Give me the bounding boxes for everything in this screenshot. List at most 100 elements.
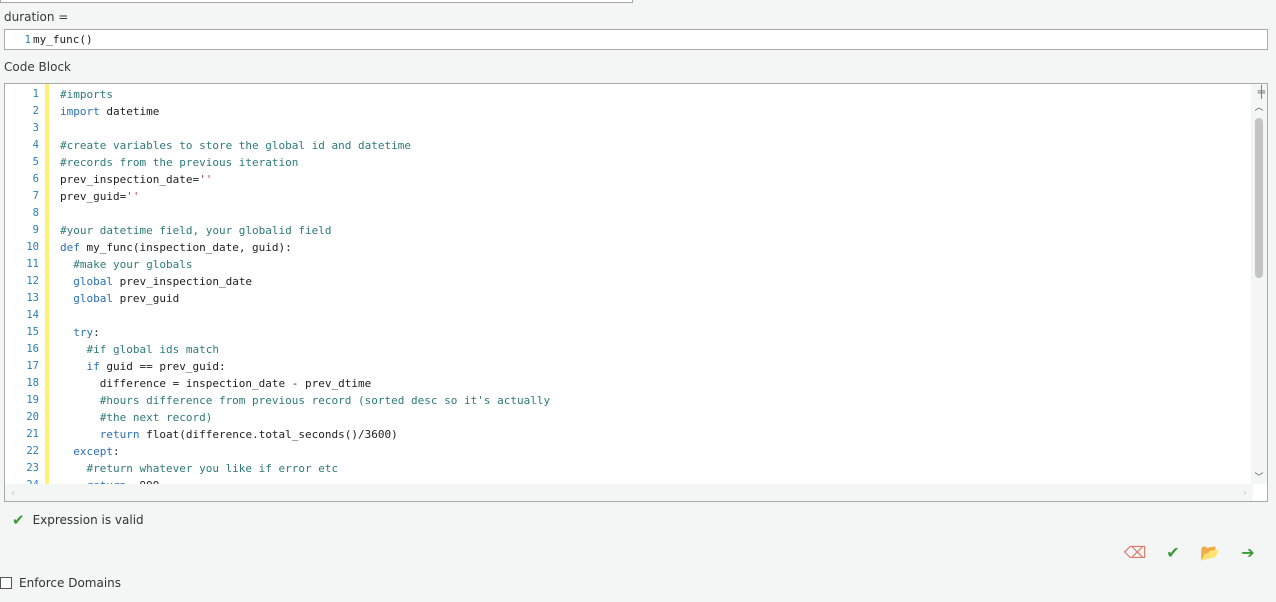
code-token: difference = inspection_date - prev_dtim… [60, 377, 372, 390]
line-number: 20 [26, 411, 39, 423]
scroll-right-icon[interactable]: › [1243, 486, 1247, 499]
folder-icon: 📂 [1200, 543, 1220, 562]
code-text: prev_inspection_date='' [60, 171, 212, 188]
validation-status: ✔ Expression is valid [12, 511, 144, 529]
line-number: 18 [26, 377, 39, 389]
code-line: 1 #imports [5, 86, 1253, 103]
code-token: #the next record) [60, 411, 213, 424]
code-text: return float(difference.total_seconds()/… [60, 426, 398, 443]
code-token: #hours difference from previous record (… [60, 394, 551, 407]
line-number: 22 [26, 445, 39, 457]
line-number: 21 [26, 428, 39, 440]
line-number: 14 [26, 309, 39, 321]
code-token: return [60, 428, 140, 441]
code-line: 4 #create variables to store the global i… [5, 137, 1253, 154]
expression-text: my_func() [33, 33, 93, 46]
line-number: 4 [32, 139, 39, 151]
code-line: 19 #hours difference from previous recor… [5, 392, 1253, 409]
code-token: prev_inspection_date= [60, 173, 200, 186]
check-icon: ✔ [1166, 543, 1180, 562]
scroll-left-icon[interactable]: ‹ [11, 486, 15, 499]
code-line: 7 prev_guid='' [5, 188, 1253, 205]
code-text: #the next record) [60, 409, 213, 426]
scrollbar-thumb[interactable] [1255, 118, 1263, 278]
verify-button[interactable]: ✔ [1161, 541, 1185, 565]
line-number: 17 [26, 360, 39, 372]
code-text: def my_func(inspection_date, guid): [60, 239, 292, 256]
code-token: #your datetime field, your globalid fiel… [60, 224, 332, 237]
line-number: 7 [32, 190, 39, 202]
code-line: 18 difference = inspection_date - prev_d… [5, 375, 1253, 392]
expression-line-number: 1 [24, 34, 31, 46]
code-token: if [60, 360, 100, 373]
code-token: my_func(inspection_date, guid): [79, 241, 292, 254]
code-line: 20 #the next record) [5, 409, 1253, 426]
code-line: 14 [5, 307, 1253, 324]
code-text: global prev_guid [60, 290, 179, 307]
code-line: 11 #make your globals [5, 256, 1253, 273]
code-token: datetime [99, 105, 160, 118]
line-number: 15 [26, 326, 39, 338]
expression-label: duration = [4, 10, 69, 24]
code-token: #create variables to store the global id… [60, 139, 411, 152]
code-token: : [112, 445, 120, 458]
code-block-label: Code Block [4, 60, 71, 74]
code-token: #records from the previous iteration [60, 156, 299, 169]
code-token: def [60, 241, 80, 254]
line-number: 6 [32, 173, 39, 185]
next-button[interactable]: ➔ [1236, 541, 1260, 565]
code-token: global [60, 275, 113, 288]
code-token: #if global ids match [60, 343, 219, 356]
code-token: try [60, 326, 94, 339]
code-text: #if global ids match [60, 341, 219, 358]
expression-input[interactable]: 1 my_func() [4, 29, 1268, 50]
line-number: 12 [26, 275, 39, 287]
code-text: #imports [60, 86, 113, 103]
code-text: #your datetime field, your globalid fiel… [60, 222, 332, 239]
code-text: try: [60, 324, 100, 341]
check-icon: ✔ [12, 511, 25, 529]
eraser-button[interactable]: ⌫ [1123, 541, 1147, 565]
code-line: 21 return float(difference.total_seconds… [5, 426, 1253, 443]
code-line: 23 #return whatever you like if error et… [5, 460, 1253, 477]
code-token: prev_guid [112, 292, 180, 305]
line-number: 5 [32, 156, 39, 168]
code-token: : [93, 326, 100, 339]
code-text: import datetime [60, 103, 159, 120]
code-text: global prev_inspection_date [60, 273, 252, 290]
code-token: '' [126, 190, 140, 203]
scroll-down-icon[interactable]: ﹀ [1251, 470, 1267, 483]
code-text: difference = inspection_date - prev_dtim… [60, 375, 372, 392]
code-token: global [60, 292, 113, 305]
line-number: 3 [32, 122, 39, 134]
line-number: 19 [26, 394, 39, 406]
code-token: prev_guid= [60, 190, 127, 203]
line-number: 16 [26, 343, 39, 355]
code-line: 16 #if global ids match [5, 341, 1253, 358]
code-line: 5 #records from the previous iteration [5, 154, 1253, 171]
horizontal-scrollbar[interactable]: ‹ › [5, 484, 1253, 501]
open-folder-button[interactable]: 📂 [1198, 541, 1222, 565]
line-number: 1 [32, 88, 39, 100]
code-text: #records from the previous iteration [60, 154, 298, 171]
code-lines: 1 #imports 2 import datetime 3 4 #create varia… [5, 86, 1253, 494]
code-line: 3 [5, 120, 1253, 137]
code-token: #imports [60, 88, 113, 101]
code-line: 10 def my_func(inspection_date, guid): [5, 239, 1253, 256]
code-text: prev_guid='' [60, 188, 139, 205]
previous-field-box[interactable] [0, 0, 633, 3]
scroll-up-icon[interactable]: ︿ [1251, 100, 1267, 113]
line-number: 9 [32, 224, 39, 236]
code-block-editor[interactable]: 1 #imports 2 import datetime 3 4 #create varia… [4, 83, 1268, 502]
code-text: #hours difference from previous record (… [60, 392, 550, 409]
split-resize-icon[interactable]: ╪ [1258, 85, 1265, 99]
code-line: 13 global prev_guid [5, 290, 1253, 307]
enforce-domains-option[interactable]: Enforce Domains [0, 576, 121, 590]
enforce-domains-checkbox[interactable] [0, 577, 12, 589]
vertical-scrollbar[interactable]: ╪ ︿ ﹀ [1251, 84, 1267, 484]
line-number: 10 [26, 241, 39, 253]
code-token: guid == prev_guid: [99, 360, 226, 373]
code-line: 15 try: [5, 324, 1253, 341]
enforce-domains-label: Enforce Domains [19, 576, 122, 590]
line-number: 23 [26, 462, 39, 474]
